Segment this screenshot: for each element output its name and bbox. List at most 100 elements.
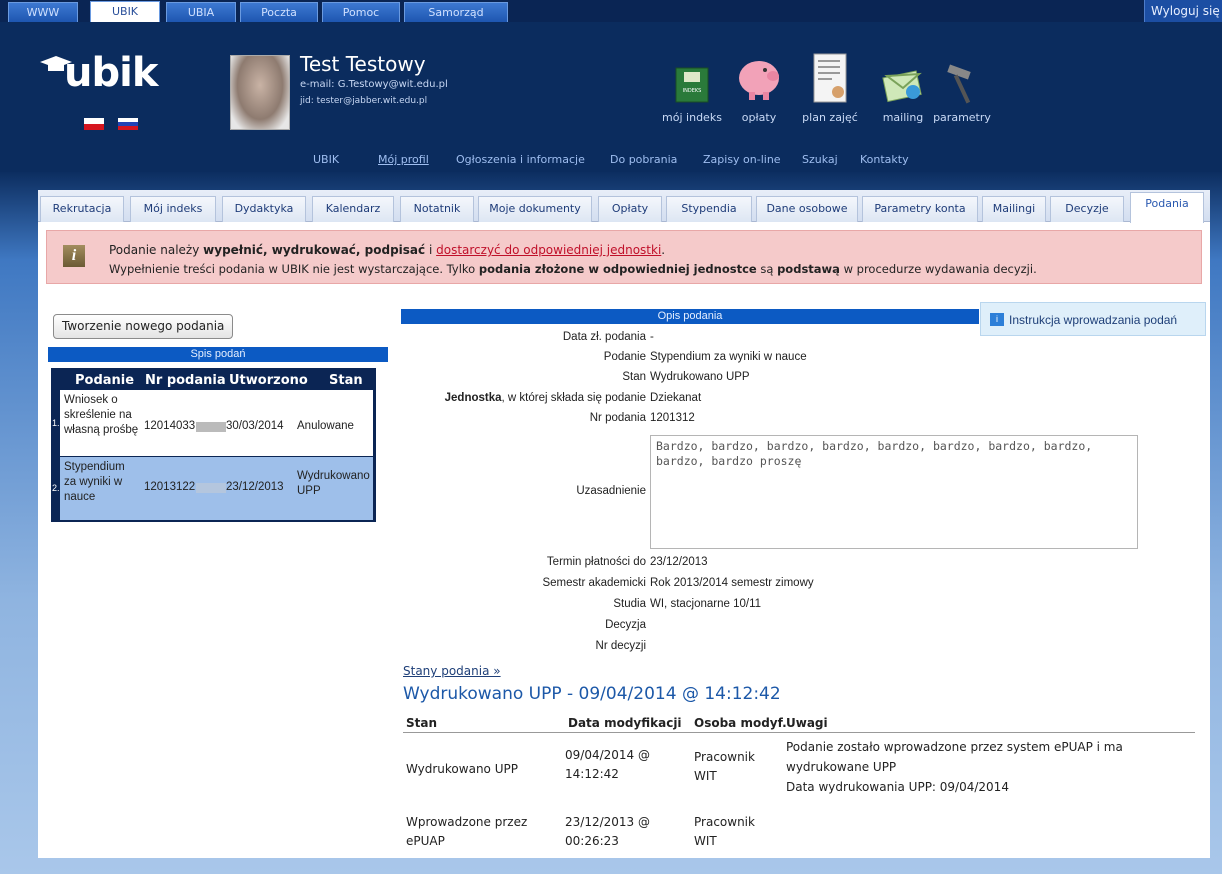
top-tab-bar: WWW UBIK UBIA Poczta Pomoc Samorząd Wylo… [0, 0, 1222, 22]
tab-decyzje[interactable]: Decyzje [1050, 196, 1124, 222]
list-header-stan: Stan [329, 373, 363, 388]
list-header-podanie: Podanie [75, 373, 135, 388]
detail-label: Studia [613, 598, 646, 610]
header-link-moj-indeks[interactable]: INDEKS mój indeks [660, 62, 724, 124]
tab-notatnik[interactable]: Notatnik [400, 196, 474, 222]
tab-moje-dokumenty[interactable]: Moje dokumenty [478, 196, 592, 222]
avatar [230, 55, 290, 130]
instructions-link[interactable]: i Instrukcja wprowadzania podań [980, 302, 1206, 336]
tab-moj-indeks[interactable]: Mój indeks [130, 196, 216, 222]
row-number: 1. [52, 418, 60, 428]
state-row-1-note-3: Data wydrukowania UPP: 09/04/2014 [786, 780, 1009, 794]
row-date: 30/03/2014 [226, 420, 284, 432]
mailing-icon [882, 70, 922, 103]
header: ubik Test Testowy e-mail: G.Testowy@wit.… [0, 22, 1222, 148]
sub-navigation: UBIK Mój profil Ogłoszenia i informacje … [0, 148, 1222, 172]
deliver-link[interactable]: dostarczyć do odpowiedniej jednostki [436, 243, 661, 257]
row-title: Stypendium za wyniki w nauce [64, 461, 125, 503]
user-name: Test Testowy [300, 52, 426, 76]
schedule-document-icon [813, 53, 847, 103]
nav-szukaj[interactable]: Szukaj [802, 153, 838, 166]
tab-kalendarz[interactable]: Kalendarz [312, 196, 394, 222]
states-title: Wydrukowano UPP - 09/04/2014 @ 14:12:42 [403, 684, 781, 704]
top-tab-ubia[interactable]: UBIA [166, 2, 236, 22]
info-icon: i [63, 245, 85, 267]
hammer-icon [947, 64, 971, 104]
detail-value: WI, stacjonarne 10/11 [650, 598, 762, 610]
top-tab-ubik[interactable]: UBIK [90, 1, 160, 22]
row-number: 2. [52, 483, 60, 493]
detail-label: Nr decyzji [595, 640, 646, 652]
header-icon-label: opłaty [741, 111, 777, 124]
piggy-bank-icon [739, 61, 779, 100]
details-title-bar: Opis podania [401, 309, 979, 324]
state-row-2-person: Pracownik [694, 815, 755, 829]
tab-oplaty[interactable]: Opłaty [598, 196, 662, 222]
detail-value: - [650, 331, 654, 343]
state-row-2-state: Wprowadzone przez [406, 815, 528, 829]
states-header-stan: Stan [406, 716, 438, 730]
list-row-1[interactable]: 1. Wniosek o skreślenie na własną prośbę… [52, 390, 373, 456]
top-tab-pomoc[interactable]: Pomoc [322, 2, 400, 22]
detail-label: Podanie [603, 351, 646, 363]
header-icon-label: parametry [933, 111, 991, 124]
nav-zapisy-online[interactable]: Zapisy on-line [703, 153, 781, 166]
russian-flag-icon[interactable] [118, 118, 138, 130]
state-row-2-date: 23/12/2013 @ [565, 815, 650, 829]
index-book-icon: INDEKS [675, 67, 709, 103]
header-link-plan-zajec[interactable]: plan zajęć [800, 52, 860, 124]
tab-dydaktyka[interactable]: Dydaktyka [222, 196, 306, 222]
header-icon-label: mailing [882, 111, 924, 124]
list-row-2[interactable]: 2. Stypendium za wyniki w nauce 12013122… [52, 457, 373, 520]
row-state: Anulowane [297, 420, 354, 432]
warning-alert: i Podanie należy wypełnić, wydrukować, p… [46, 230, 1202, 284]
state-row-2-state-b: ePUAP [406, 834, 445, 848]
ubik-logo[interactable]: ubik [64, 50, 158, 96]
nav-do-pobrania[interactable]: Do pobrania [610, 153, 677, 166]
detail-label: Termin płatności do [546, 556, 646, 568]
state-row-1-note-2: wydrukowane UPP [786, 760, 897, 774]
nav-ubik[interactable]: UBIK [313, 153, 339, 166]
justification-textarea[interactable]: Bardzo, bardzo, bardzo, bardzo, bardzo, … [650, 435, 1138, 549]
tab-podania[interactable]: Podania [1130, 192, 1204, 223]
alert-line-2: Wypełnienie treści podania w UBIK nie je… [109, 262, 1037, 276]
applications-list: Podanie Nr podania Utworzono Stan 1. Wni… [51, 368, 376, 522]
tab-parametry-konta[interactable]: Parametry konta [862, 196, 978, 222]
row-number-value: 12014033 [144, 420, 196, 432]
polish-flag-icon[interactable] [84, 118, 104, 130]
states-link[interactable]: Stany podania » [403, 664, 501, 678]
detail-label: Semestr akademicki [542, 577, 646, 589]
top-tab-samorzad[interactable]: Samorząd [404, 2, 508, 22]
states-divider [403, 732, 1195, 733]
top-tab-poczta[interactable]: Poczta [240, 2, 318, 22]
user-jid: jid: tester@jabber.wit.edu.pl [300, 96, 428, 106]
detail-value: 23/12/2013 [650, 556, 708, 568]
detail-value: Wydrukowano UPP [650, 371, 750, 383]
row-number-value: 12013122 [144, 481, 196, 493]
new-application-button[interactable]: Tworzenie nowego podania [53, 314, 234, 339]
detail-value: 1201312 [650, 412, 695, 424]
state-row-1-note: Podanie zostało wprowadzone przez system… [786, 740, 1123, 754]
header-link-mailing[interactable]: mailing [876, 62, 930, 124]
redaction [196, 422, 226, 432]
state-row-2-person-org: WIT [694, 834, 717, 848]
top-tab-www[interactable]: WWW [8, 2, 78, 22]
state-row-1-person-org: WIT [694, 769, 717, 783]
row-title: Wniosek o skreślenie na własną prośbę [64, 394, 139, 436]
tab-rekrutacja[interactable]: Rekrutacja [40, 196, 124, 222]
row-state: Wydrukowano UPP [297, 470, 370, 497]
nav-kontakty[interactable]: Kontakty [860, 153, 909, 166]
detail-label: Jednostka, w której składa się podanie [444, 392, 646, 404]
header-icon-label: plan zajęć [802, 111, 858, 124]
detail-label: Uzasadnienie [576, 485, 646, 497]
nav-ogloszenia[interactable]: Ogłoszenia i informacje [456, 153, 585, 166]
tab-mailingi[interactable]: Mailingi [982, 196, 1046, 222]
tab-stypendia[interactable]: Stypendia [666, 196, 752, 222]
header-link-oplaty[interactable]: opłaty [734, 52, 784, 124]
header-link-parametry[interactable]: parametry [930, 62, 994, 124]
list-header-utworzono: Utworzono [229, 373, 308, 388]
logout-link[interactable]: Wyloguj się [1144, 0, 1222, 22]
header-icon-label: mój indeks [662, 111, 722, 124]
tab-dane-osobowe[interactable]: Dane osobowe [756, 196, 858, 222]
nav-moj-profil[interactable]: Mój profil [378, 153, 429, 166]
